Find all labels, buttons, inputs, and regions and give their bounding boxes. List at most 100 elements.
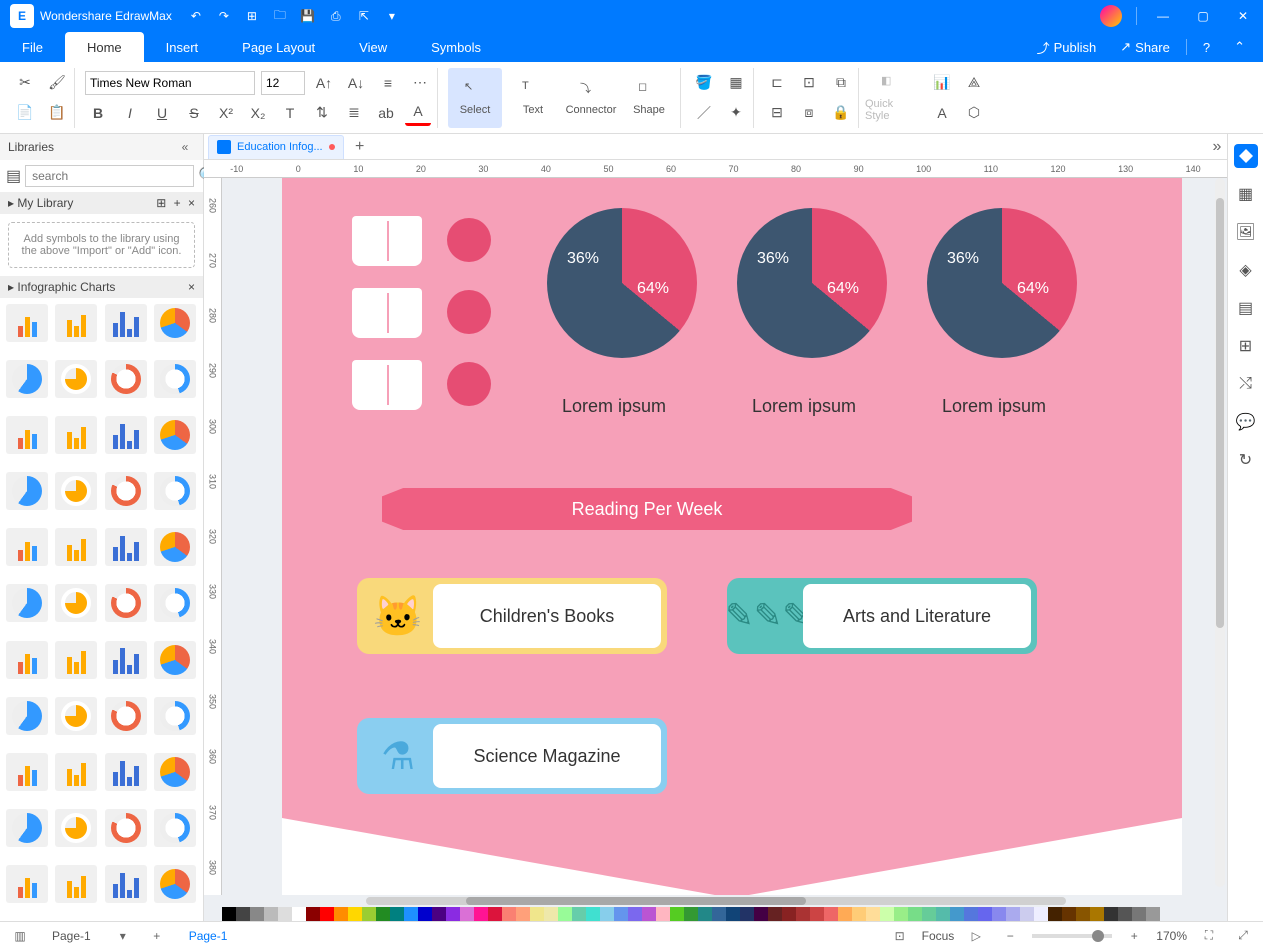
replace-font-icon[interactable]: A	[929, 100, 955, 126]
symbols-icon[interactable]: ⬡	[961, 100, 987, 126]
color-swatch[interactable]	[782, 907, 796, 921]
library-shape-thumb[interactable]	[105, 472, 147, 510]
banner[interactable]: Reading Per Week	[382, 488, 912, 530]
color-swatch[interactable]	[1048, 907, 1062, 921]
more-text-icon[interactable]: ⋯	[407, 70, 433, 96]
shape-tool[interactable]: ◻Shape	[622, 68, 676, 128]
font-size-select[interactable]	[261, 71, 305, 95]
library-shape-thumb[interactable]	[154, 809, 196, 847]
color-swatch[interactable]	[950, 907, 964, 921]
color-swatch[interactable]	[796, 907, 810, 921]
maximize-button[interactable]: ▢	[1183, 0, 1223, 32]
library-shape-thumb[interactable]	[55, 697, 97, 735]
color-swatch[interactable]	[544, 907, 558, 921]
close-section-icon[interactable]: ×	[188, 280, 195, 294]
add-tab-icon[interactable]: +	[348, 135, 372, 159]
color-swatch[interactable]	[712, 907, 726, 921]
library-shape-thumb[interactable]	[154, 641, 196, 679]
color-swatch[interactable]	[992, 907, 1006, 921]
image-icon[interactable]: 🖼	[1234, 220, 1258, 244]
page-panels-icon[interactable]: ▥	[8, 924, 32, 948]
new-icon[interactable]: ⊞	[238, 0, 266, 32]
fit-page-icon[interactable]: ⛶	[1197, 924, 1221, 948]
present-icon[interactable]: ▷	[964, 924, 988, 948]
fill-icon[interactable]: 🪣	[691, 70, 717, 96]
highlight-icon[interactable]: ab	[373, 100, 399, 126]
color-swatch[interactable]	[852, 907, 866, 921]
color-swatch[interactable]	[264, 907, 278, 921]
random-icon[interactable]: ⤭	[1234, 372, 1258, 396]
color-swatch[interactable]	[1090, 907, 1104, 921]
card-childrens-books[interactable]: 🐱 Children's Books	[357, 578, 667, 654]
library-shape-thumb[interactable]	[55, 472, 97, 510]
library-shape-thumb[interactable]	[6, 865, 48, 903]
share-button[interactable]: ↗Share	[1112, 39, 1178, 55]
sad-face-icon[interactable]	[447, 362, 491, 406]
library-shape-thumb[interactable]	[6, 697, 48, 735]
library-shape-thumb[interactable]	[105, 641, 147, 679]
color-swatch[interactable]	[306, 907, 320, 921]
color-swatch[interactable]	[432, 907, 446, 921]
publish-button[interactable]: ⤴Publish	[1029, 38, 1105, 57]
page-menu-icon[interactable]: ▾	[111, 924, 135, 948]
grid-icon[interactable]: ▦	[1234, 182, 1258, 206]
color-swatch[interactable]	[880, 907, 894, 921]
library-shape-thumb[interactable]	[6, 416, 48, 454]
library-shape-thumb[interactable]	[6, 753, 48, 791]
color-swatch[interactable]	[572, 907, 586, 921]
font-family-select[interactable]	[85, 71, 255, 95]
color-swatch[interactable]	[684, 907, 698, 921]
library-shape-thumb[interactable]	[6, 809, 48, 847]
add-page-icon[interactable]: +	[145, 924, 169, 948]
color-swatch[interactable]	[222, 907, 236, 921]
library-shape-thumb[interactable]	[105, 697, 147, 735]
user-avatar[interactable]	[1100, 5, 1122, 27]
superscript-icon[interactable]: X²	[213, 100, 239, 126]
library-shape-thumb[interactable]	[55, 528, 97, 566]
color-swatch[interactable]	[656, 907, 670, 921]
library-shape-thumb[interactable]	[105, 753, 147, 791]
color-swatch[interactable]	[824, 907, 838, 921]
zoom-slider[interactable]	[1032, 934, 1112, 938]
library-shape-thumb[interactable]	[6, 304, 48, 342]
color-swatch[interactable]	[838, 907, 852, 921]
library-shape-thumb[interactable]	[154, 697, 196, 735]
happy-face-icon[interactable]	[447, 218, 491, 262]
align-text-icon[interactable]: ≡	[375, 70, 401, 96]
menu-file[interactable]: File	[0, 32, 65, 62]
library-shape-thumb[interactable]	[55, 304, 97, 342]
subscript-icon[interactable]: X₂	[245, 100, 271, 126]
save-icon[interactable]: 💾	[294, 0, 322, 32]
zoom-in-icon[interactable]: +	[1122, 924, 1146, 948]
collapse-panel-icon[interactable]: «	[175, 134, 195, 160]
library-shape-thumb[interactable]	[55, 416, 97, 454]
align-center-icon[interactable]: ⊟	[764, 100, 790, 126]
quick-style-button[interactable]: ◧Quick Style	[865, 68, 919, 128]
theme-icon[interactable]	[1234, 144, 1258, 168]
font-color-icon[interactable]: A	[405, 100, 431, 126]
library-shape-thumb[interactable]	[154, 584, 196, 622]
focus-label[interactable]: Focus	[922, 929, 955, 943]
comment-icon[interactable]: 💬	[1234, 410, 1258, 434]
color-swatch[interactable]	[376, 907, 390, 921]
library-shape-thumb[interactable]	[105, 865, 147, 903]
crop-icon[interactable]: ⟁	[961, 70, 987, 96]
vertical-scrollbar[interactable]	[1215, 178, 1225, 887]
color-swatch[interactable]	[922, 907, 936, 921]
text-tool[interactable]: TText	[506, 68, 560, 128]
book-icon[interactable]	[352, 288, 422, 338]
zoom-level[interactable]: 170%	[1156, 929, 1187, 943]
color-swatch[interactable]	[810, 907, 824, 921]
library-shape-thumb[interactable]	[55, 865, 97, 903]
library-shape-thumb[interactable]	[154, 528, 196, 566]
size-icon[interactable]: ⧈	[796, 100, 822, 126]
color-swatch[interactable]	[586, 907, 600, 921]
expand-rpanel-icon[interactable]: »	[1207, 134, 1227, 160]
color-swatch[interactable]	[1076, 907, 1090, 921]
undo-icon[interactable]: ↶	[182, 0, 210, 32]
color-swatch[interactable]	[1132, 907, 1146, 921]
color-swatch[interactable]	[404, 907, 418, 921]
color-swatch[interactable]	[908, 907, 922, 921]
select-tool[interactable]: ↖Select	[448, 68, 502, 128]
add-icon[interactable]: +	[174, 196, 181, 210]
